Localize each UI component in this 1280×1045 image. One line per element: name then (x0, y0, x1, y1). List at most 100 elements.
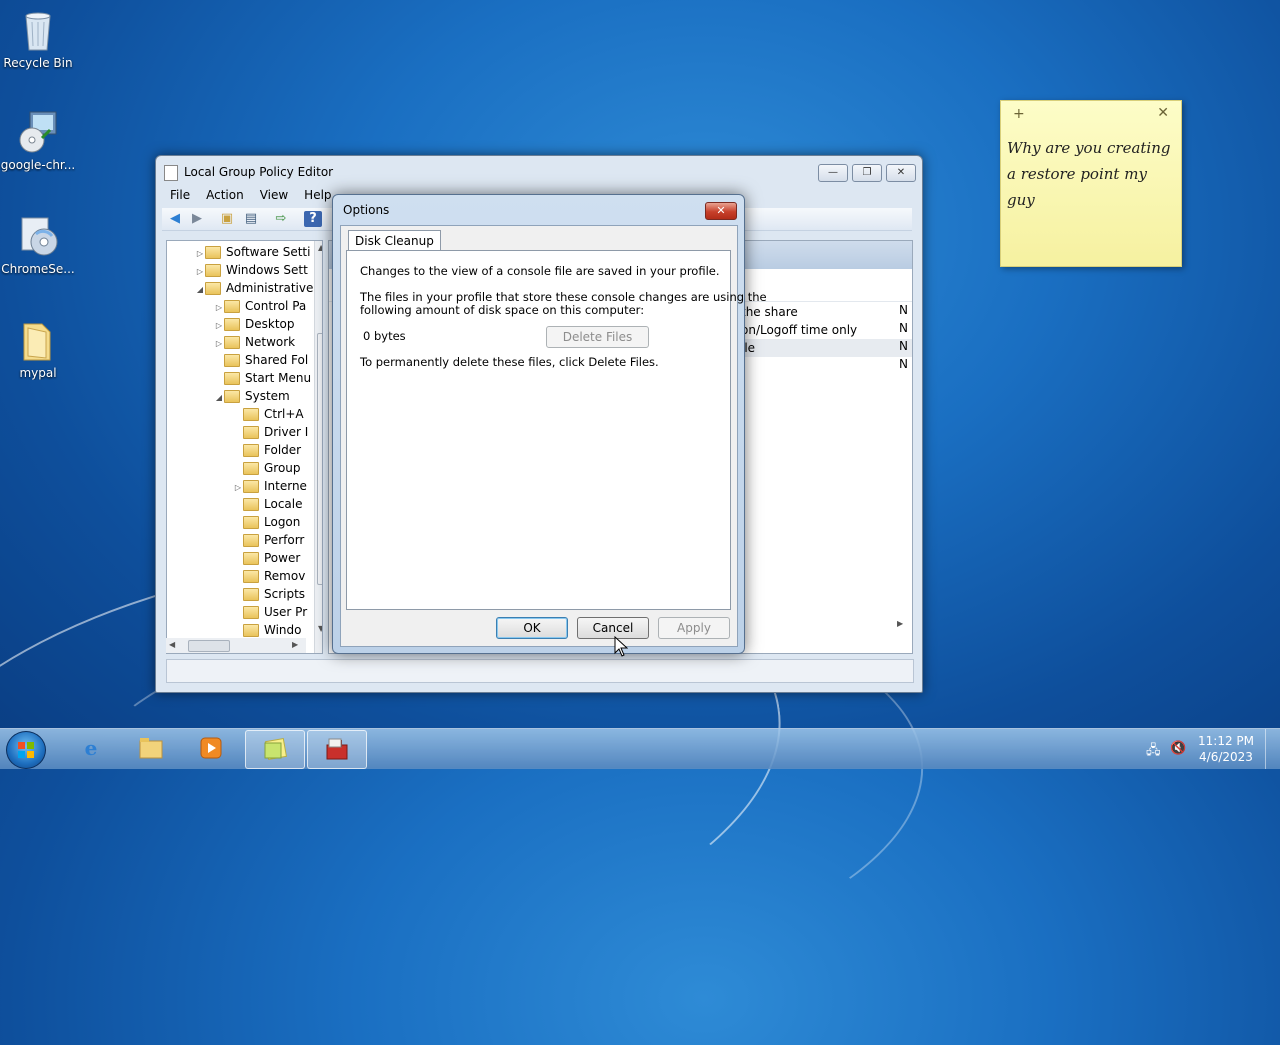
tree-node[interactable]: ◢ Administrative (195, 279, 313, 297)
tree-node[interactable]: ▷ Control Pa (214, 297, 306, 315)
policy-tree[interactable]: ▷ Software Setti ▷ Windows Sett ◢ Administr… (166, 240, 323, 654)
sticky-note[interactable]: + ✕ Why are you creating a restore point… (1000, 100, 1182, 267)
dialog-body: Disk Cleanup Changes to the view of a co… (340, 225, 767, 647)
start-button[interactable] (6, 731, 46, 769)
menu-action[interactable]: Action (198, 185, 252, 205)
minimize-button[interactable]: — (818, 164, 848, 182)
dialog-close-button[interactable]: ✕ (705, 202, 737, 220)
tree-node[interactable]: Ctrl+A (233, 405, 304, 423)
show-desktop-button[interactable] (1265, 729, 1280, 769)
state-cell: N (899, 321, 908, 335)
list-row[interactable]: on/Logoff time only (741, 321, 857, 339)
menu-view[interactable]: View (252, 185, 296, 205)
scroll-thumb[interactable] (188, 640, 230, 652)
tree-node[interactable]: ▷ Software Setti (195, 243, 310, 261)
tree-node[interactable]: ▷ Windows Sett (195, 261, 308, 279)
desktop-icon-label: mypal (19, 366, 57, 380)
up-folder-icon[interactable]: ▣ (218, 211, 236, 227)
tree-node[interactable]: Driver I (233, 423, 308, 441)
scroll-right-icon[interactable]: ▶ (897, 619, 903, 628)
delete-files-button[interactable]: Delete Files (546, 326, 649, 348)
tree-node[interactable]: Perforr (233, 531, 304, 549)
sticky-notes-icon (262, 737, 288, 761)
dialog-title: Options (343, 203, 390, 217)
close-button[interactable]: ✕ (886, 164, 916, 182)
tree-node[interactable]: Shared Fol (214, 351, 308, 369)
restore-button[interactable]: ❐ (852, 164, 882, 182)
disk-usage-text-cont: following amount of disk space on this c… (360, 303, 645, 317)
internet-explorer-icon: e (84, 736, 98, 760)
export-list-icon[interactable]: ⇨ (272, 211, 290, 227)
tree-node[interactable]: Power (233, 549, 300, 567)
folder-icon (243, 552, 259, 565)
scroll-left-icon[interactable]: ◀ (169, 640, 175, 649)
folder-icon (243, 588, 259, 601)
folder-icon (243, 606, 259, 619)
desktop-icon-recycle-bin[interactable]: Recycle Bin (0, 8, 76, 70)
show-hide-tree-icon[interactable]: ▤ (242, 211, 260, 227)
tree-node[interactable]: Group (233, 459, 301, 477)
apply-button[interactable]: Apply (658, 617, 730, 639)
disk-usage-text: The files in your profile that store the… (360, 290, 767, 304)
cancel-button[interactable]: Cancel (577, 617, 649, 639)
tree-horizontal-scrollbar[interactable]: ◀ ▶ (166, 638, 306, 653)
forward-icon[interactable]: ▶ (188, 211, 206, 227)
file-explorer-icon (138, 736, 164, 760)
desktop-icon-mypal[interactable]: mypal (0, 318, 76, 380)
tree-node[interactable]: Folder (233, 441, 301, 459)
collapse-arrow-icon[interactable]: ◢ (214, 389, 224, 407)
network-tray-icon[interactable]: 🖧 (1146, 741, 1161, 763)
menu-file[interactable]: File (162, 185, 198, 205)
taskbar-clock[interactable]: 11:12 PM 4/6/2023 (1198, 733, 1254, 765)
folder-icon (224, 354, 240, 367)
add-note-icon[interactable]: + (1013, 106, 1025, 122)
folder-icon (16, 318, 60, 362)
tree-node[interactable]: User Pr (233, 603, 307, 621)
taskbar-sticky-notes[interactable] (245, 730, 305, 769)
scroll-down-icon[interactable]: ▼ (318, 624, 322, 633)
ok-button[interactable]: OK (496, 617, 568, 639)
list-row[interactable]: the share (741, 303, 798, 321)
scroll-right-icon[interactable]: ▶ (292, 640, 298, 649)
tree-node[interactable]: Logon (233, 513, 300, 531)
tree-node[interactable]: ▷ Network (214, 333, 295, 351)
folder-icon (224, 300, 240, 313)
sticky-note-header (1001, 101, 1181, 127)
collapse-arrow-icon[interactable]: ◢ (195, 281, 205, 299)
close-note-icon[interactable]: ✕ (1157, 105, 1169, 121)
folder-icon (224, 336, 240, 349)
recycle-bin-icon (16, 8, 60, 52)
tree-node[interactable]: Remov (233, 567, 305, 585)
folder-icon (243, 408, 259, 421)
volume-muted-tray-icon[interactable]: 🔇 (1170, 741, 1186, 756)
tree-node[interactable]: ◢ System (214, 387, 290, 405)
clock-date: 4/6/2023 (1199, 750, 1253, 764)
tree-node[interactable]: ▷ Interne (233, 477, 307, 495)
tab-disk-cleanup[interactable]: Disk Cleanup (348, 230, 441, 251)
state-cell: N (899, 339, 908, 353)
desktop-icon-chromesetup[interactable]: ChromeSe... (0, 214, 76, 276)
scroll-up-icon[interactable]: ▲ (318, 243, 322, 252)
scroll-thumb[interactable] (317, 333, 322, 585)
taskbar-explorer[interactable] (122, 730, 180, 767)
options-dialog[interactable]: Options ✕ Disk Cleanup Changes to the vi… (332, 194, 767, 654)
taskbar-group-policy-editor[interactable] (307, 730, 367, 769)
help-icon[interactable]: ? (304, 211, 322, 227)
folder-icon (243, 444, 259, 457)
sticky-note-text[interactable]: Why are you creating a restore point my … (1007, 135, 1177, 213)
tree-node[interactable]: ▷ Desktop (214, 315, 295, 333)
folder-icon (224, 372, 240, 385)
back-icon[interactable]: ◀ (166, 211, 184, 227)
desktop-icon-google-chrome-installer[interactable]: google-chr... (0, 110, 76, 172)
taskbar-media-player[interactable] (182, 730, 240, 767)
tree-node[interactable]: Locale (233, 495, 302, 513)
window-title: Local Group Policy Editor (164, 162, 333, 182)
status-bar (166, 659, 914, 683)
tree-node[interactable]: Scripts (233, 585, 305, 603)
tree-node[interactable]: Start Menu (214, 369, 311, 387)
installer-icon (16, 110, 60, 154)
tree-node[interactable]: Windo (233, 621, 302, 639)
tree-vertical-scrollbar[interactable]: ▲ ▼ (314, 241, 322, 653)
folder-icon (224, 390, 240, 403)
taskbar-internet-explorer[interactable]: e (62, 730, 120, 767)
